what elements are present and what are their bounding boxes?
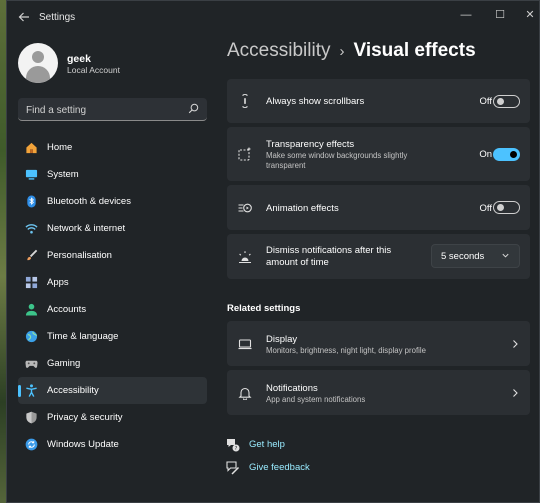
monitor-icon [238,339,252,350]
toggle-state-label: On [479,149,492,160]
related-settings-heading: Related settings [227,303,301,314]
app-title: Settings [39,12,76,23]
toggle-knob [510,151,517,158]
settings-window: Settings — ☐ ✕ geek Local Account Home S… [6,0,540,503]
sidebar-item-label: Gaming [47,358,81,369]
sidebar-item-label: Accounts [47,304,87,315]
scrollbars-toggle[interactable] [493,95,520,108]
transparency-toggle[interactable] [493,148,520,161]
toggle-knob [497,204,504,211]
sidebar-item-label: System [47,169,79,180]
close-button[interactable]: ✕ [521,8,539,22]
back-arrow-icon [18,12,29,22]
breadcrumb-parent[interactable]: Accessibility [227,40,330,61]
minimize-button[interactable]: — [457,8,475,22]
active-indicator [18,385,21,397]
breadcrumb-separator: › [339,43,345,60]
related-item-display[interactable]: Display Monitors, brightness, night ligh… [227,321,530,366]
search-icon[interactable] [188,103,199,114]
search-box[interactable] [18,98,207,121]
chevron-right-icon [513,340,518,348]
shield-icon [26,411,37,424]
user-name: geek [67,53,91,65]
setting-row-transparency: Transparency effects Make some window ba… [227,127,530,181]
sidebar-item-label: Time & language [47,331,119,342]
sidebar-item-system[interactable]: System [18,161,207,188]
avatar-head [32,51,44,63]
accessibility-icon [26,384,37,397]
setting-row-scrollbars: Always show scrollbars Off [227,79,530,123]
toggle-state-label: Off [479,203,493,214]
sidebar-item-apps[interactable]: Apps [18,269,207,296]
update-icon [25,438,38,451]
sidebar-item-windows-update[interactable]: Windows Update [18,431,207,458]
setting-subtitle: Make some window backgrounds slightly tr… [266,151,408,170]
dismiss-time-select[interactable]: 5 seconds [431,244,520,268]
select-value: 5 seconds [441,251,485,262]
accounts-icon [25,303,38,316]
sidebar-item-accounts[interactable]: Accounts [18,296,207,323]
breadcrumb: Accessibility › Visual effects [227,40,476,62]
chevron-down-icon [502,253,509,258]
sidebar-nav: Home System Bluetooth & devices Network … [18,134,207,458]
sidebar-item-personalisation[interactable]: Personalisation [18,242,207,269]
sidebar-item-label: Accessibility [47,385,99,396]
svg-text:?: ? [235,446,238,452]
sidebar-item-gaming[interactable]: Gaming [18,350,207,377]
sidebar-item-privacy-security[interactable]: Privacy & security [18,404,207,431]
sidebar-item-label: Apps [47,277,69,288]
sidebar-item-time-language[interactable]: Time & language [18,323,207,350]
gaming-icon [25,360,38,368]
animation-toggle[interactable] [493,201,520,214]
maximize-button[interactable]: ☐ [491,8,509,22]
network-icon [25,224,38,234]
avatar[interactable] [18,43,58,83]
back-button[interactable] [15,9,33,27]
related-subtitle: Monitors, brightness, night light, displ… [266,346,426,355]
sidebar-item-home[interactable]: Home [18,134,207,161]
page-title: Visual effects [353,40,476,61]
sidebar-item-label: Network & internet [47,223,126,234]
chevron-right-icon [513,389,518,397]
setting-row-dismiss-notifications: Dismiss notifications after this amount … [227,234,530,279]
setting-title: Animation effects [266,203,339,214]
home-icon [26,142,37,154]
setting-title: Dismiss notifications after this amount … [266,245,392,268]
setting-title: Transparency effects [266,139,355,150]
sidebar-item-label: Home [47,142,73,153]
related-title: Display [266,334,298,345]
title-bar: Settings — ☐ ✕ [7,1,539,35]
related-subtitle: App and system notifications [266,395,366,404]
feedback-icon [226,461,240,475]
setting-title: Always show scrollbars [266,96,365,107]
sidebar-item-label: Bluetooth & devices [47,196,131,207]
toggle-state-label: Off [479,96,493,107]
search-input[interactable] [24,101,178,119]
apps-icon [25,276,38,289]
sidebar-item-label: Privacy & security [47,412,123,423]
avatar-shoulders [26,66,50,83]
link-label: Get help [249,439,285,450]
sidebar-item-label: Personalisation [47,250,112,261]
related-item-notifications[interactable]: Notifications App and system notificatio… [227,370,530,415]
system-icon [25,169,38,180]
sidebar-item-accessibility[interactable]: Accessibility [18,377,207,404]
help-icon: ? [227,439,240,452]
globe-icon [25,330,38,343]
link-label: Give feedback [249,462,310,473]
related-title: Notifications [266,383,318,394]
brightness-icon [239,251,251,264]
account-type: Local Account [67,65,120,75]
scrollbar-icon [242,94,248,108]
animation-icon [238,203,252,213]
setting-row-animation: Animation effects Off [227,185,530,230]
toggle-knob [497,98,504,105]
bell-icon [238,387,252,400]
bluetooth-icon [27,195,36,208]
sidebar-item-network-internet[interactable]: Network & internet [18,215,207,242]
sidebar-item-label: Windows Update [47,439,119,450]
sidebar-item-bluetooth-devices[interactable]: Bluetooth & devices [18,188,207,215]
brush-icon [27,249,38,261]
transparency-icon [238,147,251,161]
